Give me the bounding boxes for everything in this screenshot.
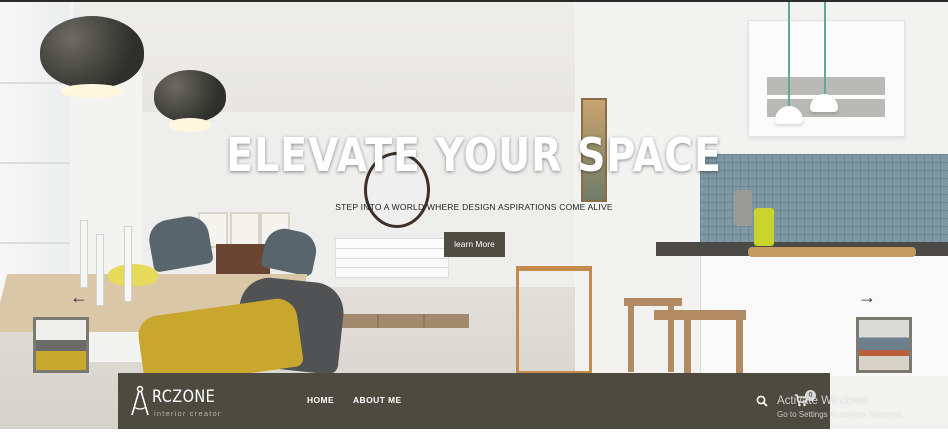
prev-slide-thumbnail[interactable] <box>33 317 89 373</box>
stool-leg <box>628 306 634 372</box>
bar-stool <box>624 298 682 306</box>
kitchen-cabinet <box>748 20 905 137</box>
picture-frame <box>230 212 260 248</box>
pendant-lamp <box>40 16 144 98</box>
next-arrow-icon[interactable]: → <box>858 288 876 306</box>
candle <box>124 226 132 302</box>
compass-icon <box>131 385 149 416</box>
navigation-bar: RCZONE interior creator HOME ABOUT ME 0 <box>118 373 830 429</box>
cutting-board <box>748 247 916 257</box>
bar-stool <box>654 310 746 320</box>
next-slide-thumbnail[interactable] <box>856 317 912 373</box>
activate-windows-title: Activate Windows <box>777 395 868 407</box>
stool-leg <box>684 320 691 374</box>
lamp-cord <box>824 2 826 94</box>
activate-windows-subtitle: Go to Settings to activate Windows. <box>777 410 904 419</box>
candle <box>80 220 88 288</box>
lamp-cord <box>788 2 790 106</box>
learn-more-button[interactable]: learn More <box>444 232 505 257</box>
search-icon[interactable] <box>756 395 768 407</box>
page: ELEVATE YOUR SPACE STEP INTO A WORLD WHE… <box>0 0 948 445</box>
nav-link-home[interactable]: HOME <box>307 395 334 405</box>
rug <box>333 314 469 328</box>
logo-name: RCZONE <box>152 387 216 407</box>
pendant-lamp <box>154 70 226 132</box>
logo-tagline: interior creator <box>154 409 222 418</box>
yellow-jar <box>754 208 774 246</box>
fruit-bowl <box>108 264 158 286</box>
prev-arrow-icon[interactable]: ← <box>70 288 88 306</box>
stool-leg <box>736 320 743 374</box>
nav-link-about-me[interactable]: ABOUT ME <box>353 395 402 405</box>
page-bottom-strip <box>0 429 948 445</box>
logo[interactable]: RCZONE interior creator <box>130 385 240 419</box>
hero-title: ELEVATE YOUR SPACE <box>226 128 722 182</box>
candle <box>96 234 104 306</box>
hero-subtitle: STEP INTO A WORLD WHERE DESIGN ASPIRATIO… <box>335 202 613 212</box>
white-cabinet <box>335 238 449 278</box>
side-table <box>516 266 592 374</box>
